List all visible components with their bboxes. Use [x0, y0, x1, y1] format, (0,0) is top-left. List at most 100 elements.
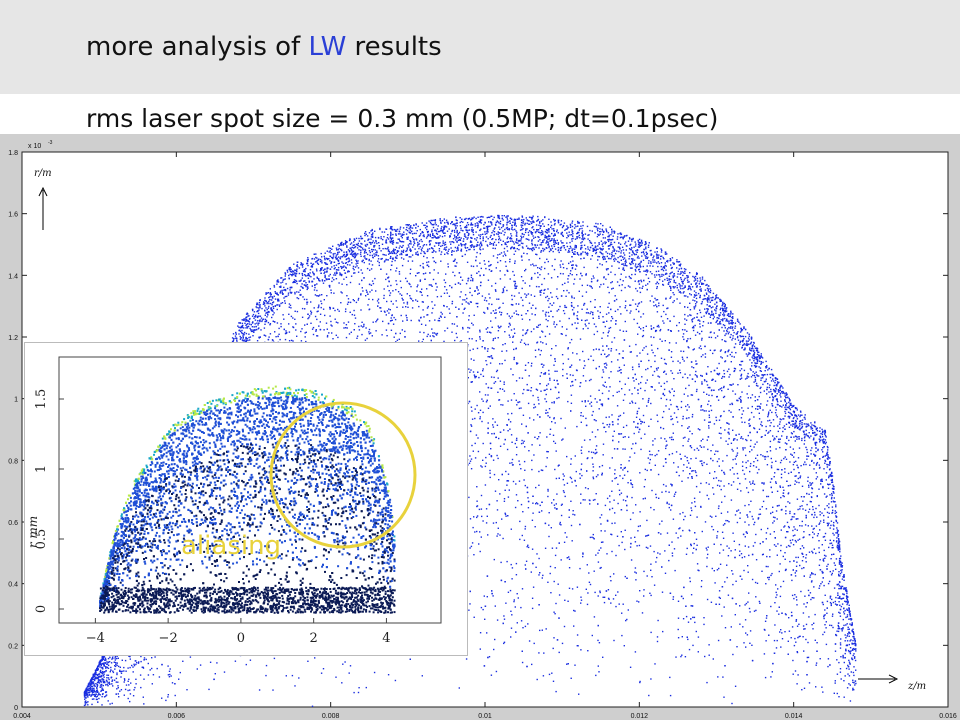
particle-point [687, 477, 689, 479]
particle-point [453, 250, 455, 252]
particle-point [660, 437, 662, 439]
particle-point [132, 671, 134, 673]
particle-point [754, 380, 757, 382]
particle-point [533, 642, 535, 645]
particle-point [554, 613, 556, 615]
particle-point [734, 549, 736, 551]
particle-point [426, 257, 428, 259]
particle-point [616, 281, 619, 283]
particle-point [245, 663, 247, 666]
particle-point [823, 554, 826, 557]
particle-point [315, 330, 317, 332]
particle-point [391, 319, 393, 321]
particle-point [731, 467, 734, 469]
particle-point [796, 464, 798, 466]
particle-point [530, 387, 533, 389]
particle-point [743, 369, 746, 372]
particle-point [554, 442, 557, 444]
particle-point [640, 437, 642, 440]
particle-point [600, 283, 602, 286]
particle-point [785, 546, 788, 548]
particle-point [668, 559, 670, 562]
particle-point [838, 571, 840, 573]
particle-point [653, 305, 655, 307]
particle-point [658, 376, 661, 378]
particle-point [381, 334, 383, 336]
particle-point [709, 421, 711, 423]
title-suffix: results [346, 32, 442, 62]
particle-point [549, 377, 551, 380]
particle-point [358, 325, 360, 328]
particle-point [494, 605, 496, 607]
particle-point [549, 433, 551, 435]
particle-point [589, 285, 591, 287]
particle-point [360, 309, 362, 311]
particle-point [630, 277, 632, 280]
particle-point [684, 455, 686, 457]
particle-point [304, 308, 306, 310]
particle-point [482, 237, 484, 240]
particle-point [746, 487, 748, 489]
particle-point [650, 402, 652, 405]
particle-point [490, 332, 492, 334]
particle-point [530, 294, 532, 296]
particle-point [721, 357, 723, 359]
particle-point [791, 626, 794, 628]
particle-point [743, 338, 745, 340]
particle-point [584, 499, 586, 501]
particle-point [107, 661, 109, 663]
particle-point [684, 318, 686, 320]
particle-point [480, 536, 482, 538]
particle-point [749, 481, 751, 483]
particle-point [650, 563, 652, 565]
particle-point [427, 314, 429, 316]
particle-point [834, 682, 836, 684]
particle-point [716, 335, 719, 337]
particle-point [712, 352, 714, 355]
particle-point [618, 441, 620, 443]
particle-point [464, 299, 466, 301]
particle-point [722, 549, 725, 551]
particle-point [475, 231, 477, 233]
particle-point [117, 687, 119, 689]
particle-point [453, 323, 456, 325]
particle-point [571, 540, 573, 542]
particle-point [736, 521, 739, 524]
particle-point [361, 333, 363, 336]
particle-point [562, 368, 564, 371]
particle-point [476, 486, 478, 488]
particle-point [649, 458, 651, 461]
particle-point [646, 353, 649, 355]
particle-point [720, 387, 723, 389]
particle-point [543, 652, 545, 654]
particle-point [803, 650, 805, 652]
particle-point [556, 310, 558, 312]
particle-point [571, 481, 573, 483]
particle-point [798, 481, 800, 484]
particle-point [478, 543, 480, 545]
particle-point [815, 464, 818, 466]
particle-point [624, 305, 627, 307]
particle-point [525, 238, 527, 240]
particle-point [527, 497, 529, 499]
particle-point [431, 229, 433, 231]
particle-point [769, 481, 772, 483]
particle-point [566, 328, 568, 330]
particle-point [151, 667, 153, 670]
particle-point [554, 422, 556, 424]
particle-point [776, 401, 779, 403]
particle-point [538, 484, 540, 486]
particle-point [537, 267, 539, 269]
particle-point [723, 473, 726, 475]
particle-point [722, 537, 725, 539]
particle-point [622, 469, 624, 471]
particle-point [490, 312, 492, 314]
particle-point [487, 407, 490, 409]
particle-point [608, 330, 610, 332]
particle-point [836, 659, 838, 661]
particle-point [613, 260, 616, 262]
particle-point [529, 417, 531, 419]
particle-point [410, 319, 412, 322]
particle-point [526, 222, 528, 225]
particle-point [689, 514, 692, 516]
